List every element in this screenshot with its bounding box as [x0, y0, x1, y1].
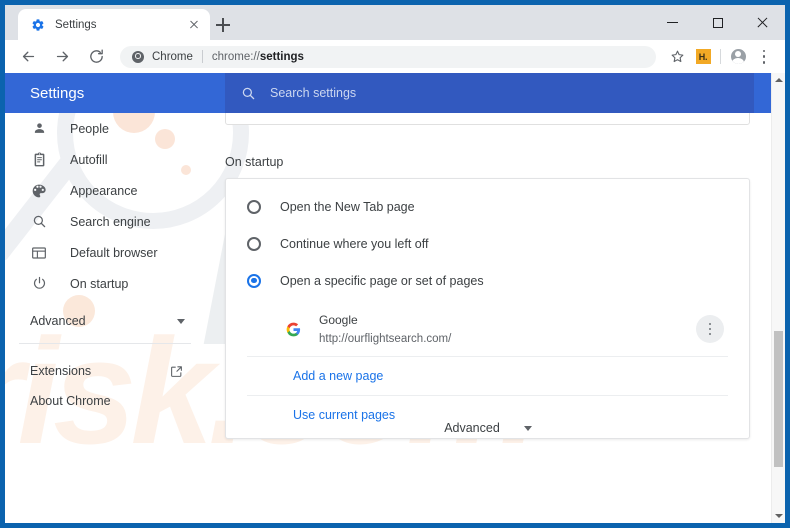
advanced-expand-label: Advanced: [444, 421, 500, 435]
bookmark-star-icon[interactable]: [664, 44, 690, 70]
browser-window-screenshot: Settings Chrome chrome://settings H. Peo…: [0, 0, 790, 528]
person-icon: [30, 120, 48, 138]
power-icon: [30, 275, 48, 293]
minimize-button[interactable]: [650, 5, 695, 40]
sidebar-item-label: About Chrome: [30, 394, 111, 408]
settings-page: PC risk.com: [5, 73, 785, 523]
sidebar-item-autofill[interactable]: Autofill: [5, 144, 205, 175]
scroll-up-button[interactable]: [772, 73, 785, 87]
add-new-page-link[interactable]: Add a new page: [247, 357, 728, 396]
sidebar-item-default-browser[interactable]: Default browser: [5, 237, 205, 268]
palette-icon: [30, 182, 48, 200]
sidebar-item-label: Autofill: [70, 152, 108, 167]
use-current-pages-label: Use current pages: [293, 408, 396, 422]
window-inner: Settings Chrome chrome://settings H. Peo…: [5, 5, 785, 523]
extension-icon[interactable]: H.: [690, 44, 716, 70]
window-controls: [650, 5, 785, 40]
new-tab-button[interactable]: [212, 14, 234, 36]
section-title-on-startup: On startup: [225, 155, 284, 169]
advanced-expand-button[interactable]: Advanced: [205, 421, 771, 435]
radio-icon[interactable]: [247, 199, 261, 214]
scroll-down-button[interactable]: [772, 509, 785, 523]
settings-sidebar: People Autofill Appearance Search engine…: [5, 113, 205, 523]
search-icon: [241, 86, 256, 101]
sidebar-item-label: Appearance: [70, 183, 138, 198]
on-startup-card: Open the New Tab page Continue where you…: [225, 178, 750, 439]
maximize-button[interactable]: [695, 5, 740, 40]
close-tab-icon[interactable]: [186, 17, 202, 33]
chevron-down-icon: [523, 425, 532, 431]
browser-tab-settings[interactable]: Settings: [18, 9, 210, 40]
sidebar-item-label: Search engine: [70, 214, 151, 229]
scrollbar-thumb[interactable]: [774, 331, 783, 467]
google-g-icon: [285, 321, 301, 337]
startup-page-more-icon[interactable]: [696, 315, 724, 343]
sidebar-item-search-engine[interactable]: Search engine: [5, 206, 205, 237]
tab-strip: Settings: [5, 5, 785, 40]
browser-window-icon: [30, 244, 48, 262]
sidebar-item-label: People: [70, 121, 109, 136]
back-button[interactable]: [14, 43, 42, 71]
sidebar-item-label: Default browser: [70, 245, 158, 260]
address-url-prefix: chrome://: [211, 50, 260, 63]
page-title: Settings: [30, 84, 85, 102]
toolbar-actions: H.: [664, 44, 777, 70]
forward-button[interactable]: [48, 43, 76, 71]
reload-button[interactable]: [82, 43, 110, 71]
startup-option-label: Open the New Tab page: [280, 199, 415, 214]
startup-option-specific-pages[interactable]: Open a specific page or set of pages: [226, 262, 749, 299]
chrome-page-info-icon[interactable]: [132, 50, 144, 63]
page-scrollbar[interactable]: [771, 73, 785, 523]
toolbar-divider: [720, 49, 721, 64]
startup-page-name: Google: [319, 313, 358, 327]
add-new-page-label: Add a new page: [293, 369, 384, 383]
sidebar-advanced-label: Advanced: [30, 314, 86, 328]
address-separator: [201, 50, 203, 63]
sidebar-item-people[interactable]: People: [5, 113, 205, 144]
settings-main-pane: On startup Open the New Tab page Continu…: [205, 97, 771, 523]
sidebar-item-label: Extensions: [30, 364, 92, 378]
external-link-icon: [170, 365, 183, 378]
sidebar-item-appearance[interactable]: Appearance: [5, 175, 205, 206]
close-window-button[interactable]: [740, 5, 785, 40]
startup-option-label: Continue where you left off: [280, 236, 429, 251]
address-url-path: settings: [259, 50, 304, 63]
startup-option-new-tab[interactable]: Open the New Tab page: [226, 188, 749, 225]
startup-option-continue[interactable]: Continue where you left off: [226, 225, 749, 262]
settings-content: People Autofill Appearance Search engine…: [5, 97, 785, 523]
search-icon: [30, 213, 48, 231]
startup-option-label: Open a specific page or set of pages: [280, 273, 484, 288]
profile-avatar-icon[interactable]: [725, 44, 751, 70]
chrome-menu-icon[interactable]: [751, 44, 777, 70]
chevron-down-icon: [177, 318, 185, 324]
tab-title: Settings: [55, 18, 97, 31]
sidebar-item-label: On startup: [70, 276, 129, 291]
window-frame: Settings Chrome chrome://settings H. Peo…: [0, 0, 790, 528]
sidebar-item-on-startup[interactable]: On startup: [5, 268, 205, 299]
radio-icon-selected[interactable]: [247, 273, 261, 288]
sidebar-item-extensions[interactable]: Extensions: [5, 356, 205, 386]
address-origin: Chrome: [152, 50, 193, 63]
address-url: chrome://settings: [212, 51, 304, 63]
startup-page-row: Google http://ourflightsearch.com/: [247, 305, 728, 357]
sidebar-advanced-toggle[interactable]: Advanced: [5, 305, 205, 337]
startup-page-url: http://ourflightsearch.com/: [319, 333, 452, 345]
address-bar[interactable]: Chrome chrome://settings: [120, 45, 656, 68]
clipboard-icon: [30, 151, 48, 169]
search-settings-input[interactable]: Search settings: [225, 73, 754, 113]
settings-header: Settings Search settings: [5, 73, 785, 113]
startup-page-info: Google http://ourflightsearch.com/: [319, 311, 696, 347]
extension-badge-label: H.: [695, 49, 711, 64]
settings-gear-icon: [30, 17, 46, 33]
sidebar-item-about-chrome[interactable]: About Chrome: [5, 386, 205, 416]
browser-toolbar: Chrome chrome://settings H.: [5, 40, 785, 73]
radio-icon[interactable]: [247, 236, 261, 251]
search-placeholder: Search settings: [270, 86, 357, 100]
